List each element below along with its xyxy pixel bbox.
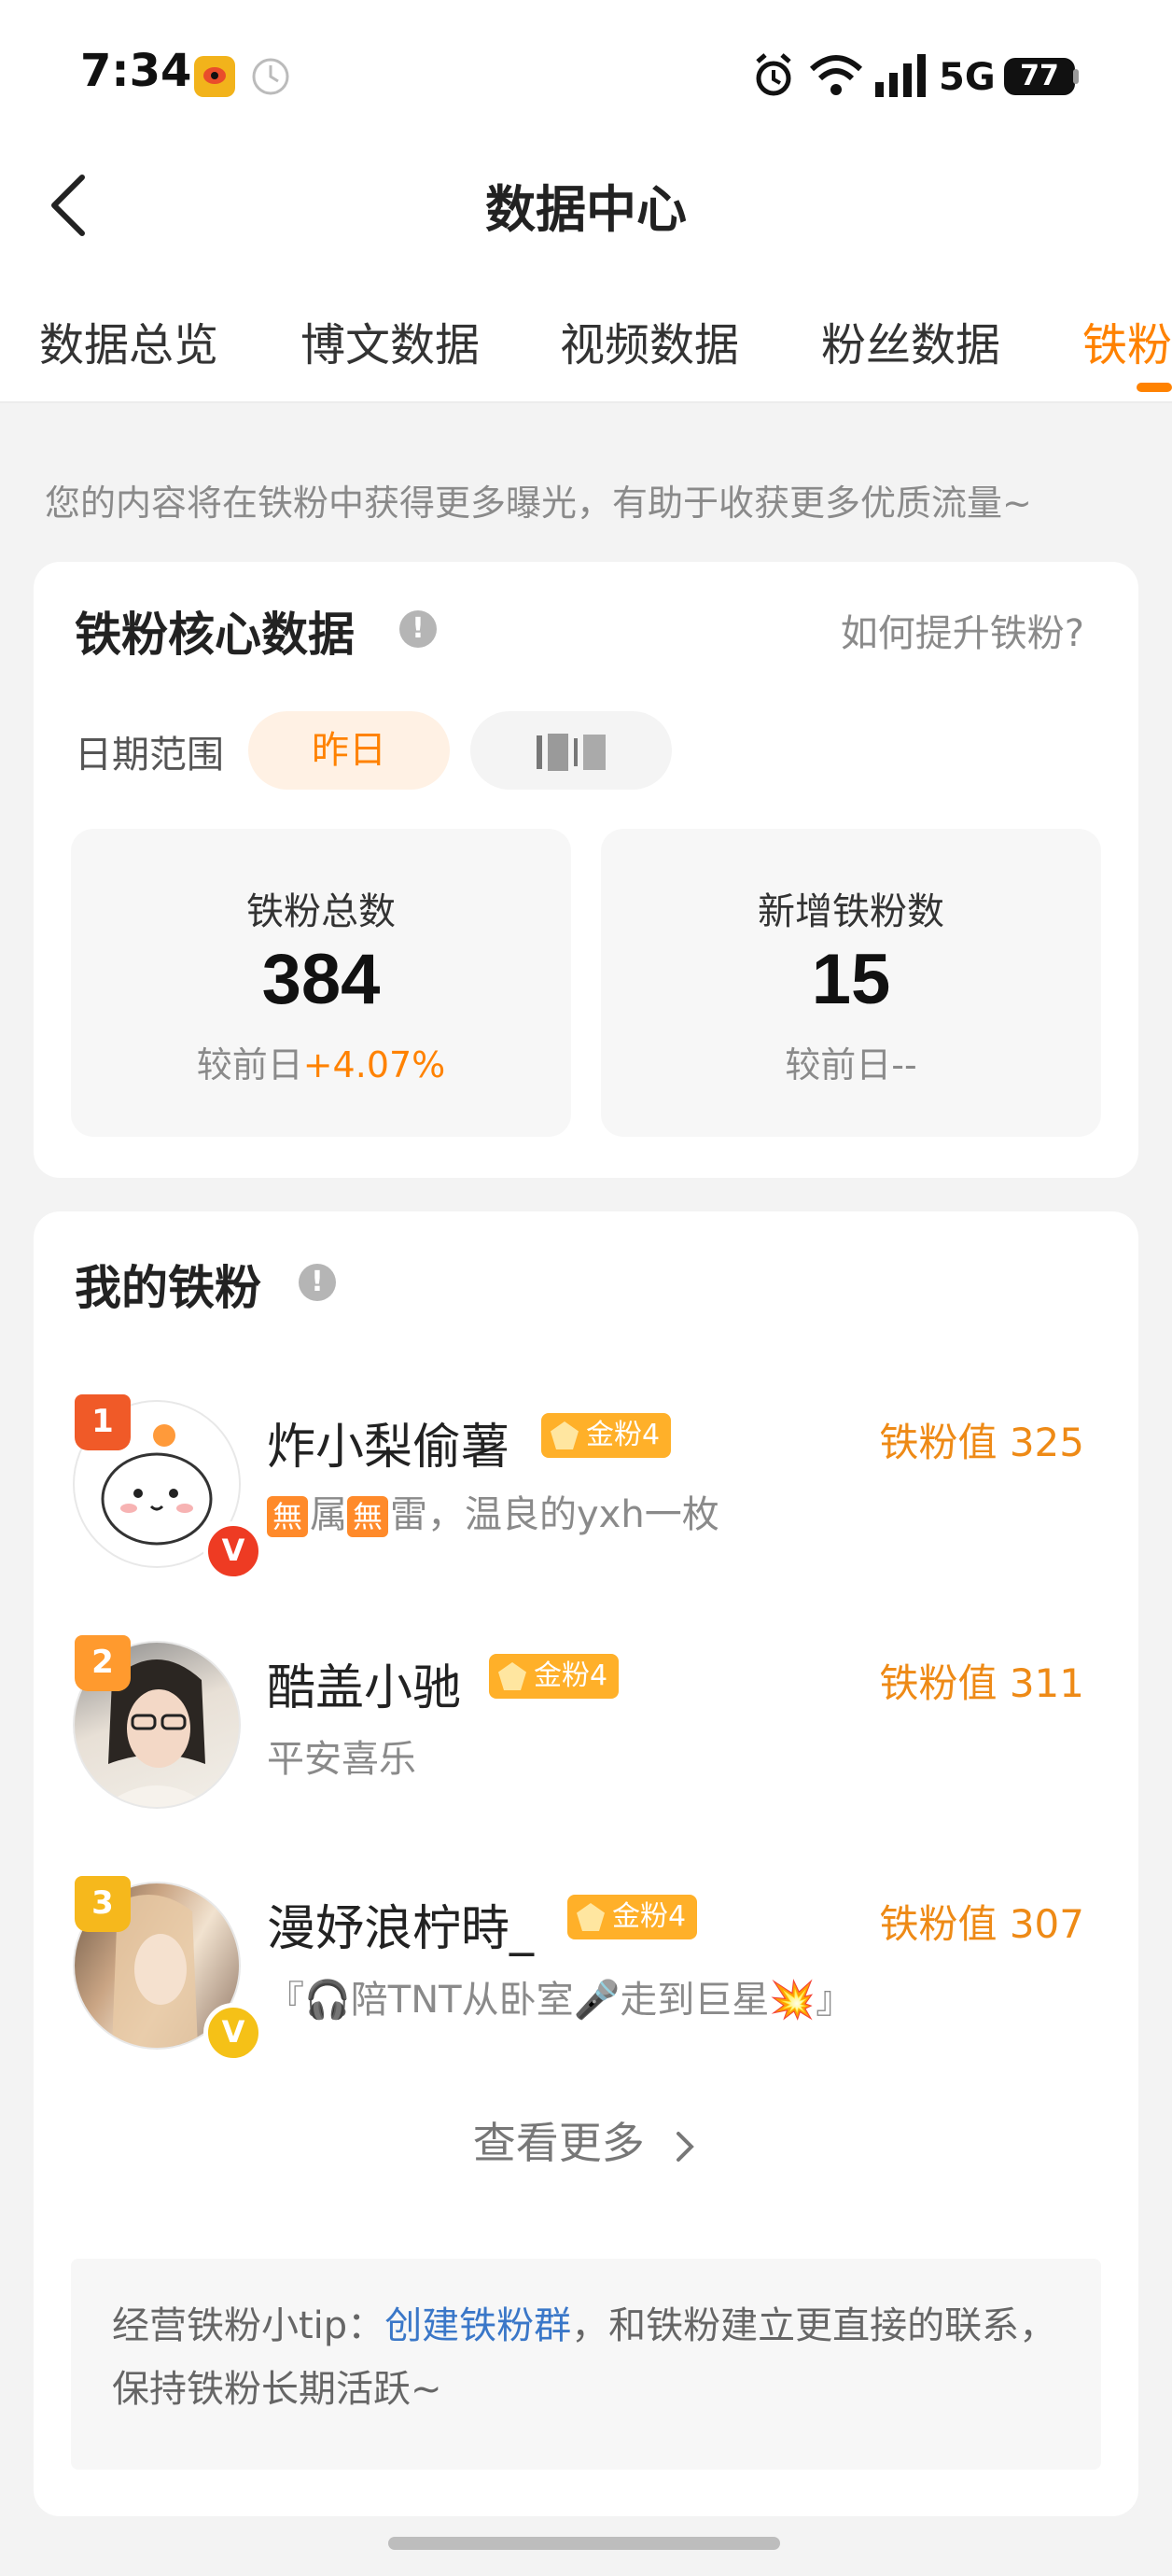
fan-signature: 無属無雷，温良的yxh一枚: [267, 1484, 719, 1538]
stat-label: 新增铁粉数: [758, 890, 944, 933]
fan-row[interactable]: 2 酷盖小驰 金粉4 平安喜乐 铁粉值 311: [34, 1631, 1138, 1818]
rank-badge: 2: [75, 1635, 131, 1691]
tab-fans-data[interactable]: 粉丝数据: [821, 308, 1000, 373]
gold-fan-badge: 金粉4: [567, 1895, 698, 1939]
weibo-notification-icon: [194, 56, 235, 97]
fan-name[interactable]: 酷盖小驰: [267, 1648, 461, 1718]
operation-tip: 经营铁粉小tip：创建铁粉群，和铁粉建立更直接的联系，保持铁粉长期活跃~: [71, 2259, 1101, 2470]
badge-label: 金粉4: [612, 1900, 687, 1933]
battery-indicator: 77: [1004, 58, 1075, 95]
iron-fan-score: 铁粉值 325: [879, 1420, 1084, 1465]
tab-iron-fans[interactable]: 铁粉: [1082, 308, 1172, 373]
stat-label: 铁粉总数: [246, 890, 396, 933]
info-icon[interactable]: !: [399, 610, 437, 648]
stat-value: 384: [261, 940, 381, 1019]
fan-name[interactable]: 炸小梨偷薯: [267, 1407, 509, 1477]
battery-cap: [1073, 69, 1079, 84]
iron-fan-score: 铁粉值 311: [879, 1660, 1084, 1706]
stat-compare-value: --: [891, 1044, 917, 1085]
fan-row[interactable]: 3 V 漫妤浪柠時_ 金粉4 『🎧陪TNT从卧室🎤走到巨星💥』 铁粉值 307: [34, 1872, 1138, 2063]
badge-label: 金粉4: [586, 1419, 661, 1451]
info-icon[interactable]: !: [299, 1264, 336, 1301]
stat-new-iron-fans: 新增铁粉数 15 较前日--: [601, 829, 1101, 1137]
stat-compare-value: +4.07%: [302, 1044, 446, 1085]
signal-icon: [873, 52, 929, 101]
stat-compare: 较前日--: [601, 1036, 1101, 1087]
date-range-label: 日期范围: [75, 734, 224, 777]
fan-name[interactable]: 漫妤浪柠時_: [267, 1889, 534, 1959]
how-to-improve-link[interactable]: 如何提升铁粉?: [841, 603, 1084, 657]
exposure-hint: 您的内容将在铁粉中获得更多曝光，有助于收获更多优质流量~: [45, 483, 1032, 524]
badge-label: 金粉4: [534, 1659, 608, 1692]
fan-row[interactable]: 1 V 炸小梨偷薯 金粉4 無属無雷，温良的yxh一枚 铁粉值 325: [34, 1391, 1138, 1581]
tip-prefix: 经营铁粉小tip：: [112, 2304, 385, 2347]
rank-badge: 3: [75, 1876, 131, 1932]
page-title: 数据中心: [485, 180, 687, 239]
verified-v-icon: V: [203, 1521, 263, 1581]
my-iron-fans-title: 我的铁粉: [75, 1261, 261, 1315]
alarm-icon: [752, 52, 795, 101]
stat-compare-prefix: 较前日: [196, 1044, 303, 1085]
tab-video-data[interactable]: 视频数据: [560, 308, 739, 373]
wu-emoji-icon: 無: [267, 1496, 308, 1537]
date-option-redacted[interactable]: [470, 711, 672, 790]
gem-icon: [498, 1662, 526, 1690]
fan-signature: 『🎧陪TNT从卧室🎤走到巨星💥』: [267, 1979, 854, 2022]
verified-v-icon: V: [203, 2003, 263, 2063]
signature-part: 雷，温良的yxh一枚: [390, 1493, 719, 1536]
see-more-label: 查看更多: [472, 2118, 645, 2168]
tip-text: 经营铁粉小tip：创建铁粉群，和铁粉建立更直接的联系，保持铁粉长期活跃~: [112, 2294, 1064, 2421]
status-time: 7:34: [80, 45, 192, 97]
stat-value: 15: [811, 940, 891, 1019]
create-fan-group-link[interactable]: 创建铁粉群: [384, 2304, 571, 2347]
date-option-yesterday[interactable]: 昨日: [248, 711, 450, 790]
gold-fan-badge: 金粉4: [489, 1654, 620, 1699]
tab-overview[interactable]: 数据总览: [39, 308, 218, 373]
gold-fan-badge: 金粉4: [541, 1413, 672, 1458]
tab-bar: 数据总览 博文数据 视频数据 粉丝数据 铁粉: [0, 308, 1172, 401]
gem-icon: [551, 1421, 579, 1449]
gem-icon: [577, 1903, 605, 1931]
stat-total-iron-fans: 铁粉总数 384 较前日+4.07%: [71, 829, 571, 1137]
wifi-icon: [808, 52, 864, 101]
core-data-title: 铁粉核心数据: [75, 608, 355, 662]
iron-fan-score: 铁粉值 307: [879, 1901, 1084, 1947]
home-indicator[interactable]: [388, 2537, 780, 2550]
core-data-card: 铁粉核心数据 ! 如何提升铁粉? 日期范围 昨日 铁粉总数 384 较前日+4.…: [34, 562, 1138, 1178]
clock-notification-icon: [250, 56, 291, 97]
tab-divider: [0, 401, 1172, 403]
fan-signature: 平安喜乐: [267, 1738, 416, 1781]
active-tab-indicator: [1137, 383, 1172, 392]
tab-post-data[interactable]: 博文数据: [300, 308, 480, 373]
stat-compare-prefix: 较前日: [785, 1044, 892, 1085]
signature-part: 属: [310, 1493, 347, 1536]
wu-emoji-icon: 無: [347, 1496, 388, 1537]
rank-badge: 1: [75, 1394, 131, 1450]
chevron-right-icon: [677, 2131, 695, 2162]
stat-compare: 较前日+4.07%: [71, 1036, 571, 1087]
network-type: 5G: [939, 56, 996, 99]
see-more-button[interactable]: 查看更多: [34, 2109, 1138, 2171]
